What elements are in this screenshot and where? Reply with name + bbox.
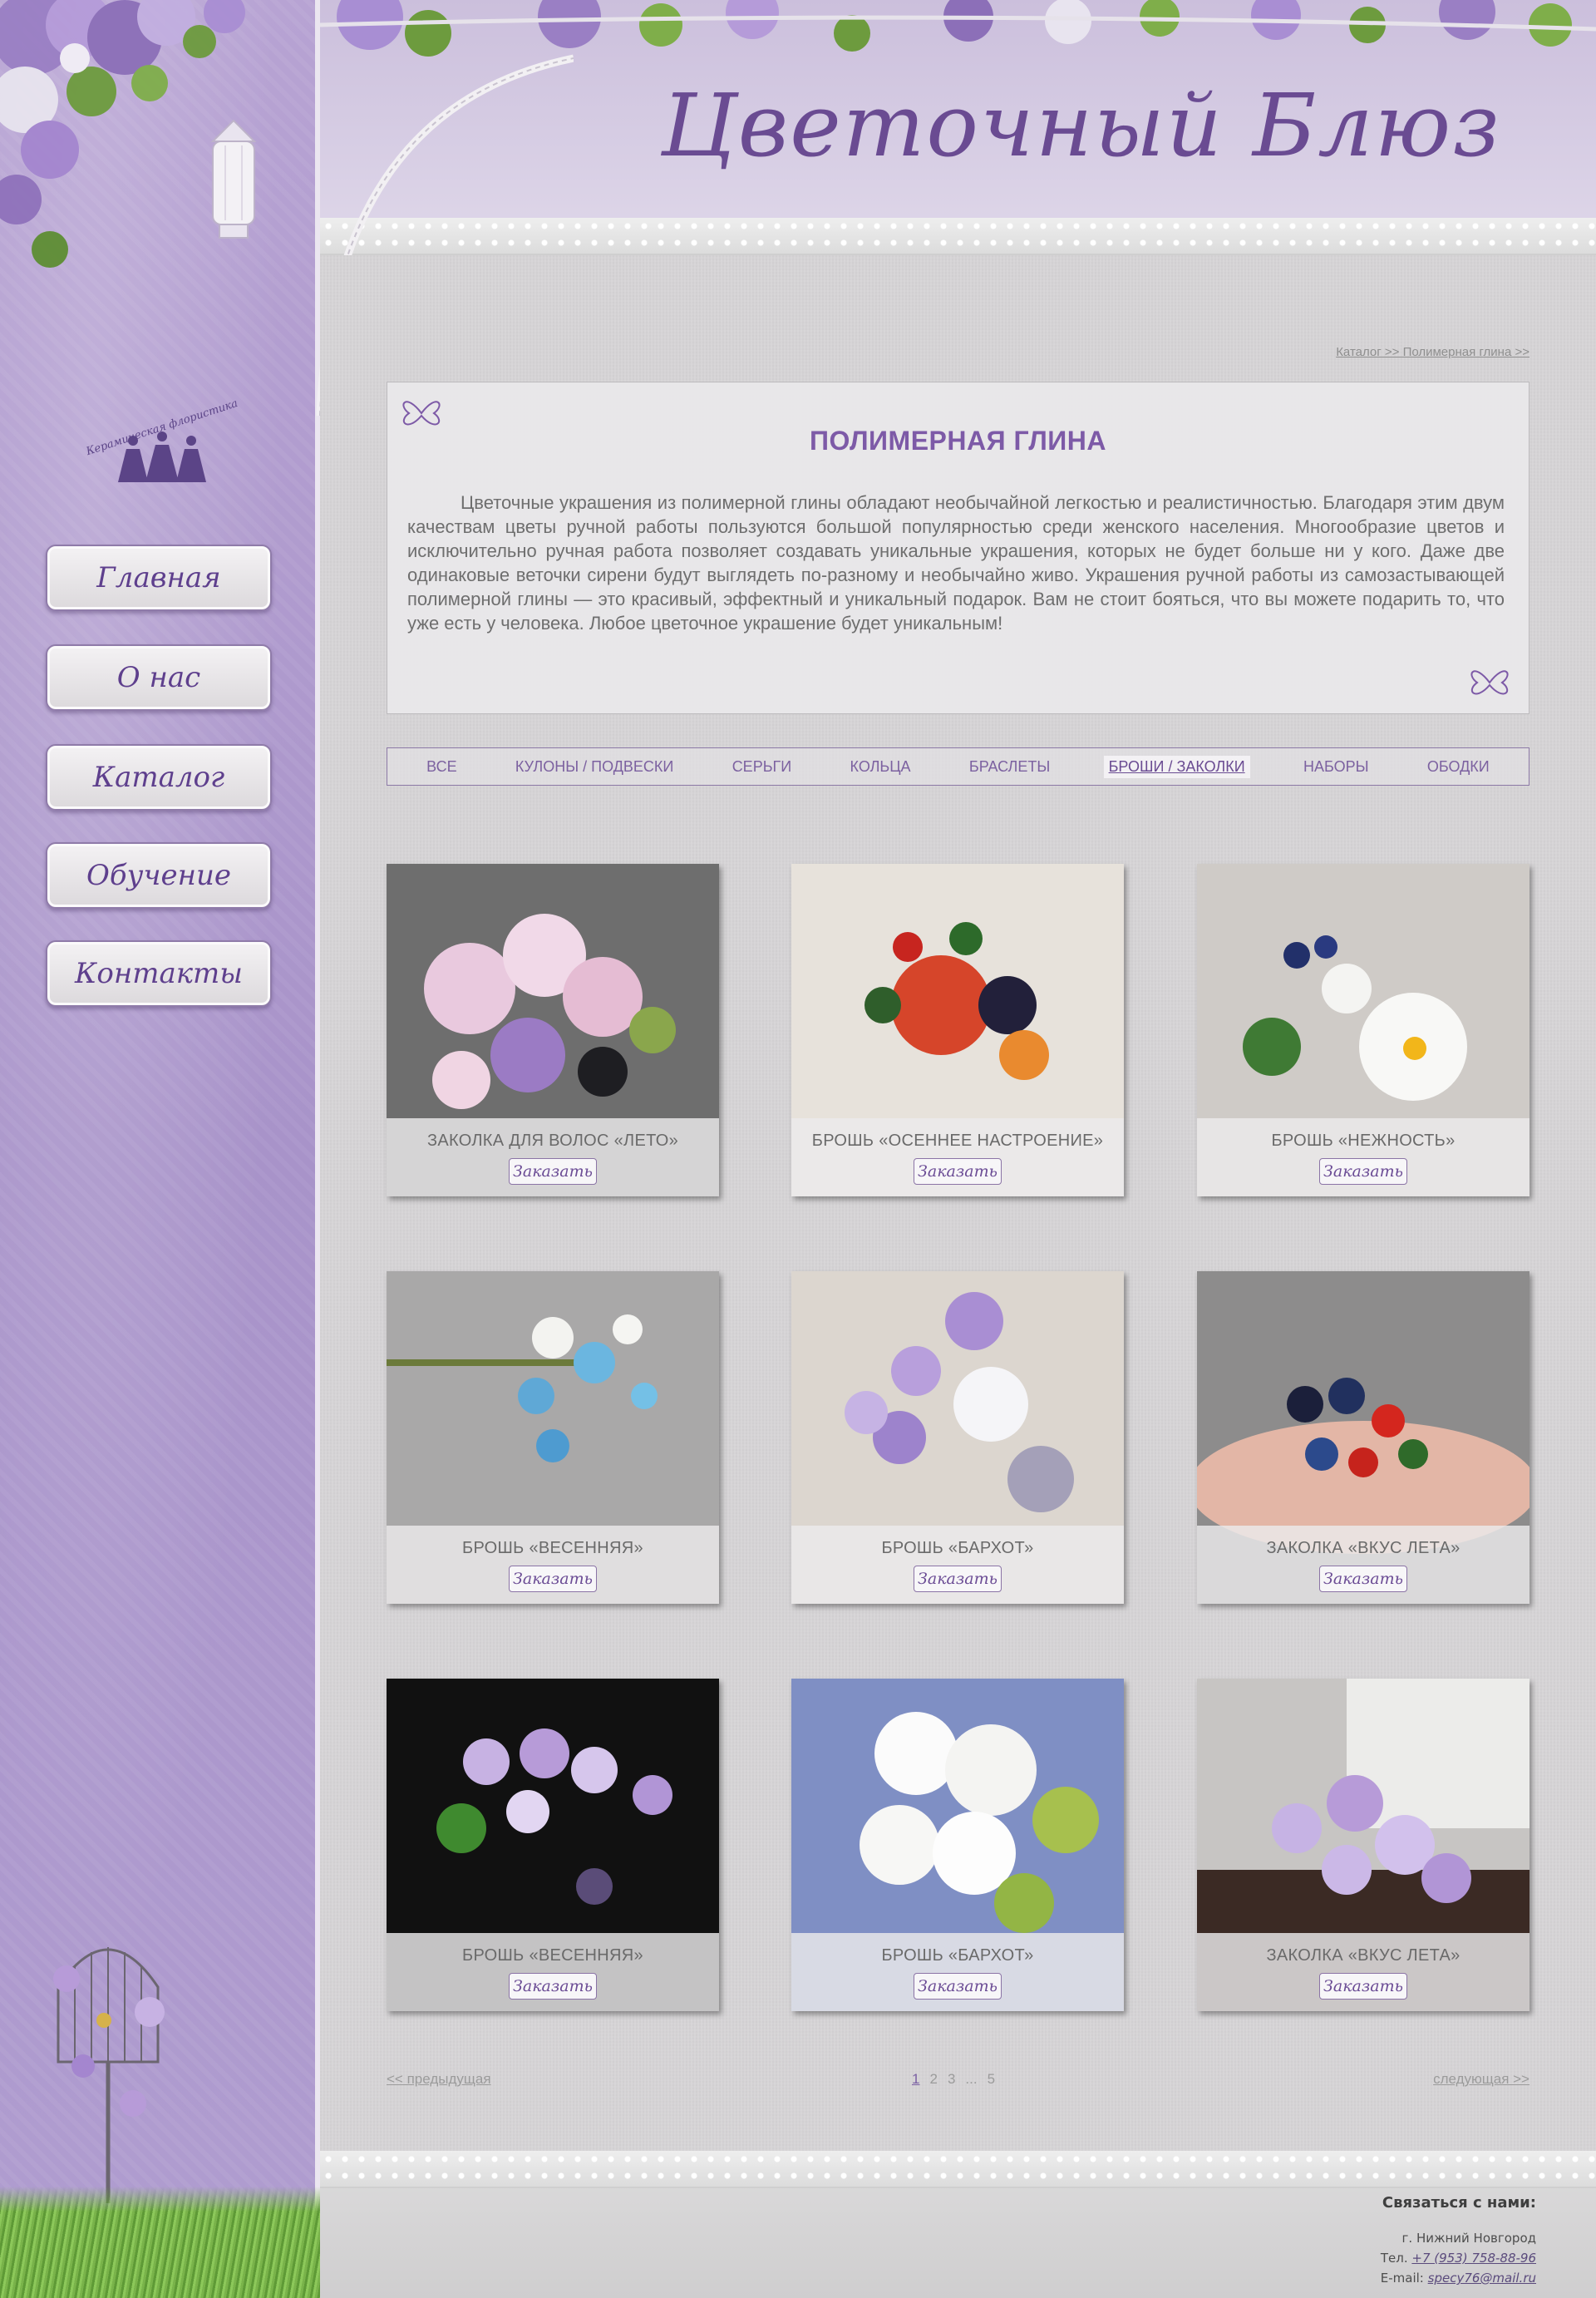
- site-title[interactable]: Цветочный Блюз: [661, 75, 1575, 176]
- product-card[interactable]: БРОШЬ «НЕЖНОСТЬ» Заказать: [1197, 864, 1530, 1196]
- category-pendants[interactable]: КУЛОНЫ / ПОДВЕСКИ: [510, 756, 678, 778]
- product-caption: ЗАКОЛКА «ВКУС ЛЕТА» Заказать: [1197, 1526, 1530, 1604]
- nav-home-button[interactable]: Главная: [46, 545, 272, 611]
- nav-education-button[interactable]: Обучение: [46, 842, 272, 909]
- main-content: Каталог >> Полимерная глина >> ПОЛИМЕРНА…: [320, 255, 1596, 2151]
- product-card[interactable]: ЗАКОЛКА «ВКУС ЛЕТА» Заказать: [1197, 1271, 1530, 1604]
- product-caption: БРОШЬ «ВЕСЕННЯЯ» Заказать: [387, 1933, 719, 2011]
- contacts-block: Связаться с нами: г. Нижний Новгород Тел…: [1381, 2194, 1536, 2288]
- footer: Связаться с нами: г. Нижний Новгород Тел…: [320, 2151, 1596, 2298]
- product-name: БРОШЬ «ОСЕННЕЕ НАСТРОЕНИЕ»: [811, 1132, 1104, 1150]
- order-button[interactable]: Заказать: [1319, 1566, 1407, 1592]
- pagination-prev[interactable]: << предыдущая: [387, 2071, 491, 2088]
- sidebar: Керамическая флористика Главная О нас Ка…: [0, 0, 320, 2298]
- email-link[interactable]: specy76@mail.ru: [1428, 2271, 1536, 2286]
- category-all[interactable]: ВСЕ: [421, 756, 461, 778]
- product-card[interactable]: БРОШЬ «ВЕСЕННЯЯ» Заказать: [387, 1271, 719, 1604]
- page-5[interactable]: 5: [988, 2071, 995, 2088]
- product-card[interactable]: БРОШЬ «БАРХОТ» Заказать: [791, 1271, 1124, 1604]
- order-button[interactable]: Заказать: [914, 1158, 1002, 1185]
- product-name: БРОШЬ «ВЕСЕННЯЯ»: [462, 1539, 643, 1557]
- category-bracelets[interactable]: БРАСЛЕТЫ: [964, 756, 1055, 778]
- dancers-logo-icon: [118, 431, 206, 482]
- page-2[interactable]: 2: [929, 2071, 937, 2088]
- product-caption: БРОШЬ «БАРХОТ» Заказать: [791, 1933, 1124, 2011]
- contacts-heading: Связаться с нами:: [1382, 2194, 1536, 2212]
- product-name: БРОШЬ «БАРХОТ»: [881, 1946, 1034, 1965]
- product-caption: БРОШЬ «ВЕСЕННЯЯ» Заказать: [387, 1526, 719, 1604]
- product-caption: БРОШЬ «БАРХОТ» Заказать: [791, 1526, 1124, 1604]
- product-name: БРОШЬ «БАРХОТ»: [881, 1539, 1034, 1557]
- category-sets[interactable]: НАБОРЫ: [1298, 756, 1374, 778]
- email-row: E-mail: specy76@mail.ru: [1381, 2268, 1536, 2288]
- product-name: ЗАКОЛКА «ВКУС ЛЕТА»: [1266, 1539, 1461, 1557]
- page-ellipsis: ...: [965, 2071, 978, 2087]
- page-3[interactable]: 3: [948, 2071, 955, 2088]
- order-button[interactable]: Заказать: [1319, 1973, 1407, 2000]
- product-card[interactable]: ЗАКОЛКА ДЛЯ ВОЛОС «ЛЕТО» Заказать: [387, 864, 719, 1196]
- phone-label: Тел.: [1380, 2251, 1408, 2266]
- pagination-next[interactable]: следующая >>: [1433, 2071, 1530, 2088]
- nav-contacts-button[interactable]: Контакты: [46, 940, 272, 1007]
- product-caption: ЗАКОЛКА «ВКУС ЛЕТА» Заказать: [1197, 1933, 1530, 2011]
- logo[interactable]: Керамическая флористика: [75, 397, 249, 503]
- lantern-decoration: [210, 119, 257, 239]
- nav-catalog-button[interactable]: Каталог: [46, 744, 272, 811]
- product-caption: БРОШЬ «ОСЕННЕЕ НАСТРОЕНИЕ» Заказать: [791, 1118, 1124, 1196]
- order-button[interactable]: Заказать: [509, 1566, 597, 1592]
- breadcrumb[interactable]: Каталог >> Полимерная глина >>: [1336, 345, 1530, 359]
- product-name: ЗАКОЛКА «ВКУС ЛЕТА»: [1266, 1946, 1461, 1965]
- category-rings[interactable]: КОЛЬЦА: [845, 756, 916, 778]
- pagination-pages: 1 2 3 ... 5: [912, 2071, 995, 2088]
- order-button[interactable]: Заказать: [509, 1973, 597, 2000]
- order-button[interactable]: Заказать: [1319, 1158, 1407, 1185]
- grass-decoration: [0, 2187, 320, 2298]
- category-filter-bar: ВСЕ КУЛОНЫ / ПОДВЕСКИ СЕРЬГИ КОЛЬЦА БРАС…: [387, 747, 1530, 786]
- order-button[interactable]: Заказать: [509, 1158, 597, 1185]
- main-nav: Главная О нас Каталог Обучение Контакты: [46, 545, 272, 1040]
- page-1[interactable]: 1: [912, 2071, 919, 2088]
- lace-band: [320, 2151, 1596, 2188]
- page-title: ПОЛИМЕРНАЯ ГЛИНА: [809, 426, 1106, 456]
- nav-about-button[interactable]: О нас: [46, 644, 272, 711]
- product-card[interactable]: БРОШЬ «ВЕСЕННЯЯ» Заказать: [387, 1679, 719, 2011]
- product-card[interactable]: ЗАКОЛКА «ВКУС ЛЕТА» Заказать: [1197, 1679, 1530, 2011]
- category-headbands[interactable]: ОБОДКИ: [1422, 756, 1495, 778]
- intro-text: Цветочные украшения из полимерной глины …: [407, 492, 1505, 634]
- birdcage-decoration: [53, 1947, 165, 2203]
- product-caption: ЗАКОЛКА ДЛЯ ВОЛОС «ЛЕТО» Заказать: [387, 1118, 719, 1196]
- product-name: ЗАКОЛКА ДЛЯ ВОЛОС «ЛЕТО»: [427, 1132, 678, 1150]
- product-card[interactable]: БРОШЬ «ОСЕННЕЕ НАСТРОЕНИЕ» Заказать: [791, 864, 1124, 1196]
- city: г. Нижний Новгород: [1401, 2231, 1536, 2246]
- category-earrings[interactable]: СЕРЬГИ: [727, 756, 797, 778]
- phone-row: Тел. +7 (953) 758-88-96: [1381, 2248, 1536, 2268]
- order-button[interactable]: Заказать: [914, 1973, 1002, 2000]
- product-name: БРОШЬ «НЕЖНОСТЬ»: [1271, 1132, 1456, 1150]
- intro-box: ПОЛИМЕРНАЯ ГЛИНА Цветочные украшения из …: [387, 382, 1530, 714]
- butterfly-icon: [1470, 670, 1509, 695]
- email-label: E-mail:: [1380, 2271, 1424, 2286]
- product-card[interactable]: БРОШЬ «БАРХОТ» Заказать: [791, 1679, 1124, 2011]
- phone-link[interactable]: +7 (953) 758-88-96: [1411, 2251, 1536, 2266]
- product-caption: БРОШЬ «НЕЖНОСТЬ» Заказать: [1197, 1118, 1530, 1196]
- category-brooches[interactable]: БРОШИ / ЗАКОЛКИ: [1103, 755, 1250, 778]
- product-name: БРОШЬ «ВЕСЕННЯЯ»: [462, 1946, 643, 1965]
- order-button[interactable]: Заказать: [914, 1566, 1002, 1592]
